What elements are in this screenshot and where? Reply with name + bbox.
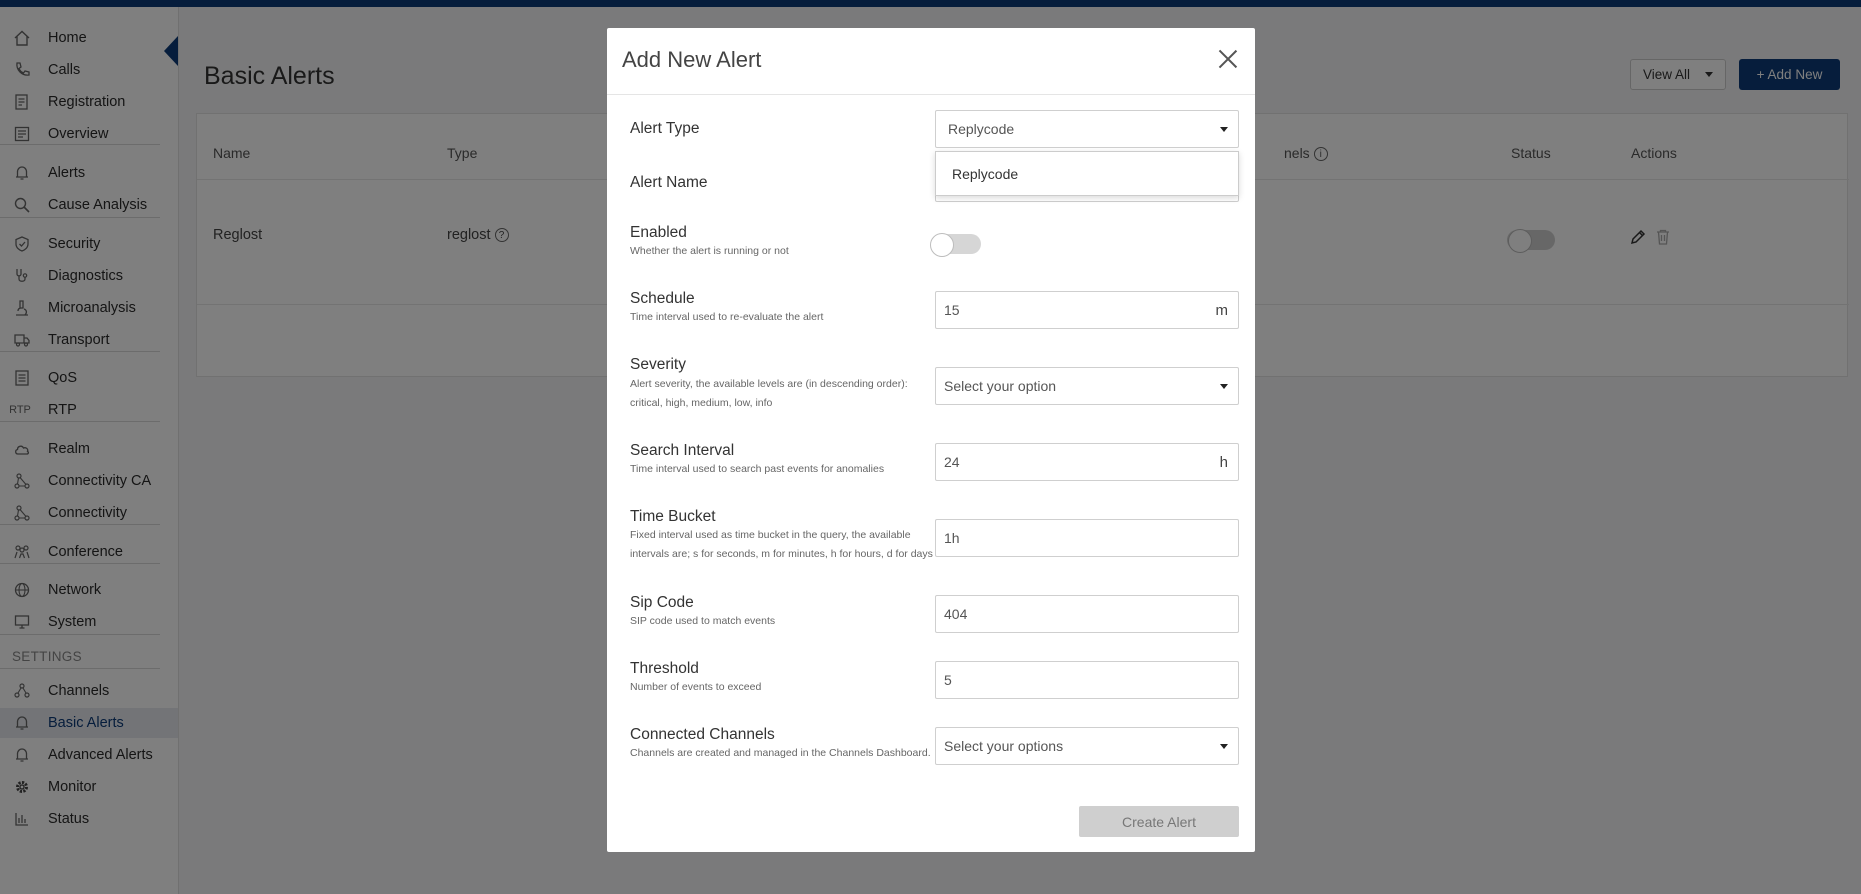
enabled-description: Whether the alert is running or not	[630, 245, 789, 257]
modal-title: Add New Alert	[622, 47, 762, 72]
connected-channels-label: Connected Channels	[630, 726, 775, 743]
severity-description: Alert severity, the available levels are…	[630, 378, 908, 409]
caret-down-icon	[1220, 127, 1228, 132]
severity-label: Severity	[630, 356, 686, 373]
sip-code-description: SIP code used to match events	[630, 615, 776, 627]
create-alert-button[interactable]: Create Alert	[1079, 806, 1239, 837]
alert-type-option[interactable]: Replycode	[952, 166, 1018, 182]
add-alert-modal: Add New Alert Alert Type Replycode Alert…	[607, 28, 1255, 852]
schedule-label: Schedule	[630, 290, 695, 307]
connected-channels-placeholder: Select your options	[944, 738, 1064, 754]
time-bucket-label: Time Bucket	[630, 508, 716, 525]
search-interval-value: 24	[944, 454, 960, 470]
caret-down-icon	[1220, 384, 1228, 389]
threshold-value: 5	[944, 672, 952, 688]
severity-select[interactable]: Select your option	[935, 367, 1239, 405]
threshold-label: Threshold	[630, 660, 699, 677]
schedule-value: 15	[944, 302, 960, 318]
threshold-input[interactable]: 5	[935, 661, 1239, 699]
close-icon[interactable]	[1218, 49, 1238, 69]
connected-channels-select[interactable]: Select your options	[935, 727, 1239, 765]
search-interval-label: Search Interval	[630, 442, 735, 459]
time-bucket-input[interactable]: 1h	[935, 519, 1239, 557]
enabled-label: Enabled	[630, 224, 687, 241]
threshold-description: Number of events to exceed	[630, 681, 762, 693]
schedule-description: Time interval used to re-evaluate the al…	[630, 311, 824, 323]
search-interval-description: Time interval used to search past events…	[630, 463, 885, 475]
caret-down-icon	[1220, 744, 1228, 749]
time-bucket-value: 1h	[944, 530, 960, 546]
connected-channels-description: Channels are created and managed in the …	[630, 747, 931, 759]
time-bucket-description: Fixed interval used as time bucket in th…	[630, 529, 933, 560]
schedule-input[interactable]: 15 m	[935, 291, 1239, 329]
search-interval-unit: h	[1219, 453, 1228, 471]
create-alert-label: Create Alert	[1122, 813, 1196, 830]
severity-placeholder: Select your option	[944, 378, 1057, 394]
alert-type-dropdown-menu: Replycode	[935, 151, 1239, 196]
alert-type-label: Alert Type	[630, 120, 700, 137]
alert-type-value: Replycode	[948, 121, 1015, 137]
sip-code-label: Sip Code	[630, 594, 694, 611]
sip-code-input[interactable]: 404	[935, 595, 1239, 633]
alert-type-select[interactable]: Replycode	[935, 110, 1239, 148]
search-interval-input[interactable]: 24 h	[935, 443, 1239, 481]
sip-code-value: 404	[944, 606, 968, 622]
alert-name-label: Alert Name	[630, 174, 708, 191]
modal-header: Add New Alert	[607, 28, 1255, 95]
enabled-toggle[interactable]	[930, 233, 981, 257]
schedule-unit: m	[1215, 301, 1229, 319]
